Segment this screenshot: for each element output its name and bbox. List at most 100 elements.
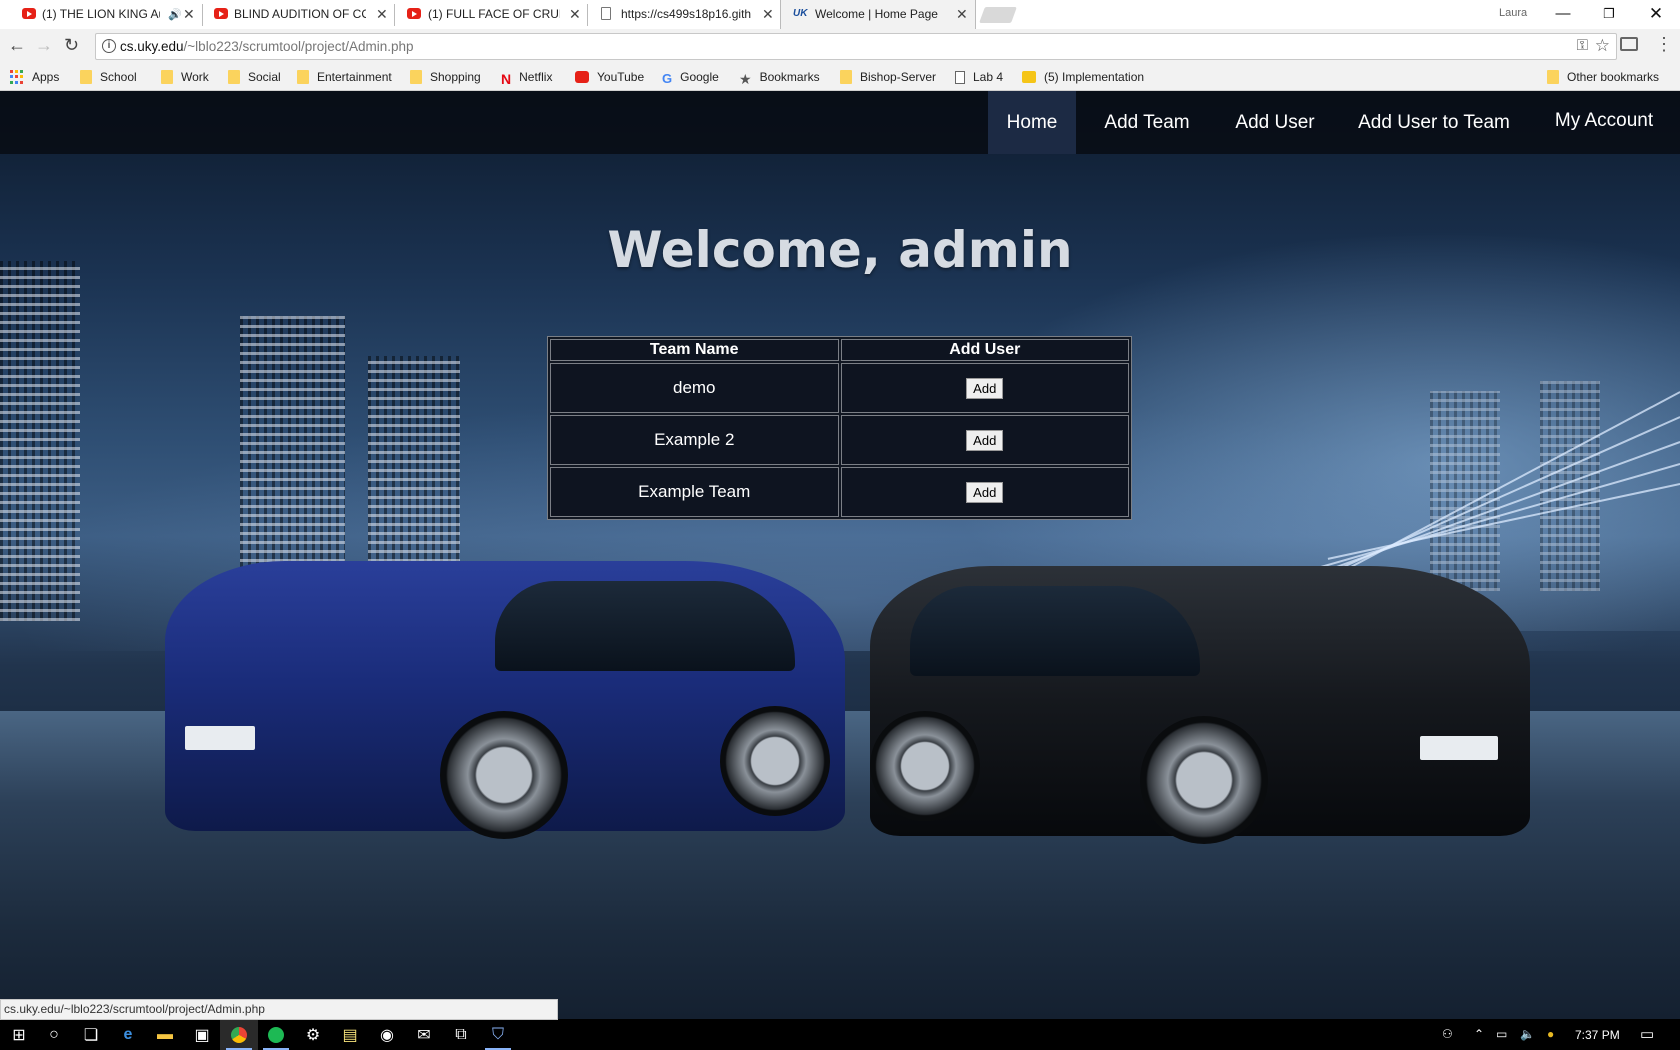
sticky-notes-icon[interactable]: ▤: [331, 1020, 369, 1050]
cortana-icon[interactable]: ○: [35, 1020, 73, 1050]
store-icon[interactable]: ▣: [183, 1020, 221, 1050]
bookmark-other[interactable]: Other bookmarks: [1547, 67, 1659, 87]
star-icon: ★: [739, 71, 752, 87]
bookmark-label: Bookmarks: [759, 70, 820, 84]
settings-icon[interactable]: ⚙: [294, 1020, 332, 1050]
file-explorer-icon[interactable]: ▬: [146, 1020, 184, 1050]
column-header-add-user: Add User: [840, 339, 1129, 361]
bookmark-label: Entertainment: [317, 70, 392, 84]
new-tab-button[interactable]: [979, 7, 1017, 23]
car-wheel: [870, 711, 980, 821]
volume-icon[interactable]: 🔈: [1520, 1027, 1535, 1041]
address-bar[interactable]: i cs.uky.edu/~lblo223/scrumtool/project/…: [95, 33, 1617, 60]
background-building: [0, 261, 80, 621]
team-name-cell: demo: [550, 363, 839, 413]
tab-blind-audition[interactable]: BLIND AUDITION OF CO ✕: [192, 0, 392, 29]
bookmark-shopping[interactable]: Shopping: [410, 67, 481, 87]
bookmark-label: (5) Implementation: [1044, 70, 1145, 84]
menu-icon[interactable]: ⋮: [1655, 34, 1673, 54]
speaker-icon[interactable]: 🔊: [168, 8, 182, 21]
back-icon[interactable]: ←: [8, 35, 26, 55]
bookmark-youtube[interactable]: YouTube: [575, 67, 644, 87]
forward-icon[interactable]: →: [35, 35, 53, 55]
start-icon[interactable]: ⊞: [0, 1020, 38, 1050]
nav-add-user[interactable]: Add User: [1220, 91, 1330, 154]
url-text: cs.uky.edu/~lblo223/scrumtool/project/Ad…: [120, 39, 414, 54]
bookmarks-bar: Apps School Work Social Entertainment Sh…: [0, 63, 1680, 91]
tab-lion-king[interactable]: (1) THE LION KING Au 🔊 ✕: [0, 0, 200, 29]
blue-car-image: [165, 561, 845, 839]
taskbar: ⊞ ○ ❏ e ▬ ▣ ⚙ ▤ ◉ ✉ ⧉ ⛉ ⚇ ⌃ ▭ 🔈 ● 7:37 P…: [0, 1020, 1680, 1050]
tab-title: (1) FULL FACE OF CRUELT: [428, 7, 560, 21]
nav-add-team[interactable]: Add Team: [1092, 91, 1202, 154]
folder-icon: [228, 70, 240, 84]
bookmark-netflix[interactable]: N Netflix: [501, 67, 552, 87]
spotify-icon[interactable]: [257, 1020, 295, 1050]
tab-github[interactable]: https://cs499s18p16.gith ✕: [577, 0, 777, 29]
nav-home[interactable]: Home: [988, 91, 1076, 154]
close-icon[interactable]: ✕: [956, 6, 968, 23]
shield-app-icon[interactable]: ⛉: [479, 1020, 517, 1050]
nav-my-account[interactable]: My Account: [1548, 91, 1660, 154]
tray-app-icon[interactable]: ●: [1547, 1027, 1554, 1041]
bookmark-label: Bishop-Server: [860, 70, 937, 84]
car-window: [910, 586, 1200, 676]
folder-icon: [161, 70, 173, 84]
tab-full-face[interactable]: (1) FULL FACE OF CRUELT ✕: [385, 0, 585, 29]
black-car-image: [870, 566, 1530, 844]
key-icon[interactable]: ⚿: [1577, 37, 1588, 54]
reload-icon[interactable]: ↻: [64, 35, 79, 55]
bookmark-google[interactable]: G Google: [662, 67, 719, 87]
network-app-icon[interactable]: ⧉: [442, 1020, 480, 1050]
column-header-team-name: Team Name: [550, 339, 839, 361]
restore-icon[interactable]: ❐: [1586, 2, 1632, 26]
notifications-icon[interactable]: ▭: [1640, 1025, 1654, 1043]
folder-icon: [840, 70, 852, 84]
car-window: [495, 581, 795, 671]
bookmark-label: School: [100, 70, 137, 84]
bookmark-label: Netflix: [519, 70, 553, 84]
bookmark-star-icon[interactable]: ☆: [1595, 36, 1610, 56]
table-header-row: Team Name Add User: [550, 339, 1129, 361]
steam-icon[interactable]: ◉: [368, 1020, 406, 1050]
people-icon[interactable]: ⚇: [1442, 1027, 1453, 1041]
document-icon: [601, 7, 611, 20]
bookmark-work[interactable]: Work: [161, 67, 209, 87]
add-user-cell: Add: [840, 363, 1129, 413]
bookmark-social[interactable]: Social: [228, 67, 281, 87]
url-host: cs.uky.edu: [120, 39, 184, 54]
profile-name[interactable]: Laura: [1499, 7, 1527, 19]
page-title: Welcome, admin: [607, 221, 1073, 279]
license-plate: [185, 726, 255, 750]
edge-icon[interactable]: e: [109, 1020, 147, 1050]
bookmark-entertainment[interactable]: Entertainment: [297, 67, 392, 87]
tab-welcome-home[interactable]: UK Welcome | Home Page ✕: [780, 0, 976, 29]
add-user-button[interactable]: Add: [966, 481, 1004, 503]
chevron-up-icon[interactable]: ⌃: [1474, 1027, 1484, 1041]
minimize-icon[interactable]: —: [1540, 2, 1586, 26]
mail-icon[interactable]: ✉: [405, 1020, 443, 1050]
bookmark-implementation[interactable]: (5) Implementation: [1022, 67, 1158, 87]
network-icon[interactable]: ▭: [1496, 1027, 1507, 1041]
bookmark-school[interactable]: School: [80, 67, 137, 87]
nav-add-user-to-team[interactable]: Add User to Team: [1350, 91, 1518, 154]
chrome-icon[interactable]: [220, 1020, 258, 1050]
bookmark-bookmarks[interactable]: ★ Bookmarks: [739, 67, 820, 87]
bookmark-label: Work: [181, 70, 209, 84]
bookmark-bishop-server[interactable]: Bishop-Server: [840, 67, 936, 87]
team-name-cell: Example Team: [550, 467, 839, 517]
car-wheel: [720, 706, 830, 816]
add-user-button[interactable]: Add: [966, 429, 1004, 451]
clock[interactable]: 7:37 PM: [1575, 1028, 1620, 1042]
close-icon[interactable]: ✕: [762, 6, 774, 23]
cast-icon[interactable]: [1620, 37, 1638, 51]
bookmark-lab4[interactable]: Lab 4: [955, 67, 1003, 87]
bookmark-apps[interactable]: Apps: [10, 67, 59, 87]
status-bubble: cs.uky.edu/~lblo223/scrumtool/project/Ad…: [0, 999, 558, 1020]
task-view-icon[interactable]: ❏: [72, 1020, 110, 1050]
info-icon[interactable]: i: [102, 39, 116, 53]
window-close-icon[interactable]: ✕: [1633, 2, 1679, 26]
youtube-icon: [22, 8, 36, 19]
add-user-button[interactable]: Add: [966, 377, 1004, 399]
apps-icon: [10, 70, 24, 84]
